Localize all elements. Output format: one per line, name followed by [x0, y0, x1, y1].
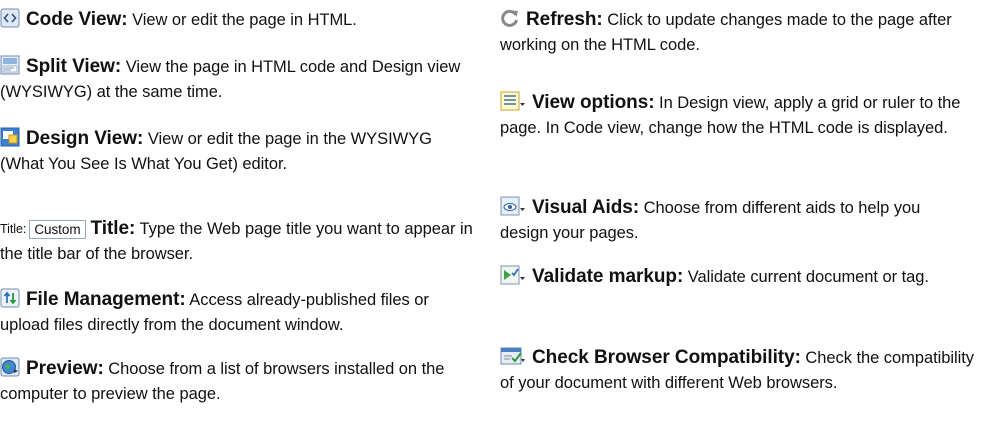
visual-aids-icon: [500, 196, 526, 216]
title-term: Title:: [90, 218, 136, 239]
view-options-entry: View options: In Design view, apply a gr…: [500, 90, 992, 141]
visual-aids-entry: Visual Aids: Choose from different aids …: [500, 195, 970, 246]
title-entry: Title: Custom Title: Type the Web page tit…: [0, 216, 478, 267]
design-view-icon: [0, 127, 20, 147]
split-view-term: Split View:: [26, 56, 122, 77]
refresh-icon: [500, 8, 520, 28]
view-options-icon: [500, 91, 526, 111]
code-view-term: Code View:: [26, 9, 128, 30]
preview-term: Preview:: [26, 358, 104, 379]
file-management-term: File Management:: [26, 289, 186, 310]
split-view-icon: [0, 55, 20, 75]
view-options-term: View options:: [532, 92, 655, 113]
refresh-term: Refresh:: [526, 9, 603, 30]
design-view-term: Design View:: [26, 128, 144, 149]
file-management-icon: [0, 288, 20, 308]
code-view-entry: Code View: View or edit the page in HTML…: [0, 7, 478, 33]
validate-markup-entry: Validate markup: Validate current docume…: [500, 264, 992, 290]
split-view-entry: Split View: View the page in HTML code a…: [0, 54, 470, 105]
refresh-entry: Refresh: Click to update changes made to…: [500, 7, 980, 58]
code-view-desc: View or edit the page in HTML.: [127, 11, 357, 29]
file-management-entry: File Management: Access already-publishe…: [0, 287, 478, 338]
validate-markup-desc: Validate current document or tag.: [683, 268, 929, 286]
browser-compat-entry: Check Browser Compatibility: Check the c…: [500, 345, 992, 396]
title-field-box: Custom: [29, 220, 86, 239]
title-field-label: Title:: [0, 222, 27, 236]
preview-entry: Preview: Choose from a list of browsers …: [0, 356, 455, 407]
design-view-entry: Design View: View or edit the page in th…: [0, 126, 475, 177]
validate-markup-icon: [500, 265, 526, 285]
preview-globe-icon: [0, 357, 20, 377]
title-field-widget: Title: Custom: [0, 217, 86, 242]
code-view-icon: [0, 8, 20, 28]
validate-markup-term: Validate markup:: [532, 266, 684, 287]
browser-compat-term: Check Browser Compatibility:: [532, 347, 801, 368]
visual-aids-term: Visual Aids:: [532, 197, 640, 218]
browser-compat-icon: [500, 346, 526, 366]
